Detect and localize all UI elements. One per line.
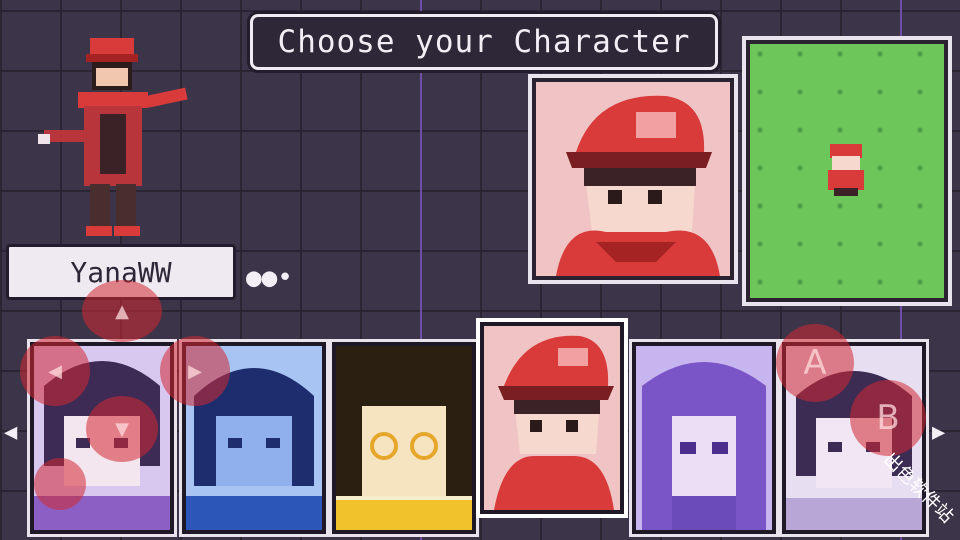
dpad-extra-button[interactable]	[34, 458, 86, 510]
carousel-right-arrow[interactable]: ▶	[932, 420, 945, 445]
dpad-up-button[interactable]: ▲	[82, 280, 162, 342]
more-options-indicator: ●●•	[246, 263, 293, 293]
title-banner: Choose your Character	[250, 14, 718, 70]
character-card-glasses-girl[interactable]	[332, 342, 476, 534]
dpad-left-button[interactable]: ◀	[20, 336, 90, 406]
selected-character-portrait	[532, 78, 734, 280]
carousel-left-arrow[interactable]: ◀	[4, 420, 17, 445]
character-full-sprite	[34, 34, 194, 240]
overworld-preview	[746, 40, 948, 302]
b-button[interactable]: B	[850, 380, 926, 456]
character-card-violet-girl[interactable]	[632, 342, 776, 534]
a-button[interactable]: A	[776, 324, 854, 402]
character-card-red-cap-boy[interactable]	[480, 322, 624, 514]
dpad-down-button[interactable]: ▼	[86, 396, 158, 462]
dpad-right-button[interactable]: ▶	[160, 336, 230, 406]
title-text: Choose your Character	[277, 24, 691, 60]
